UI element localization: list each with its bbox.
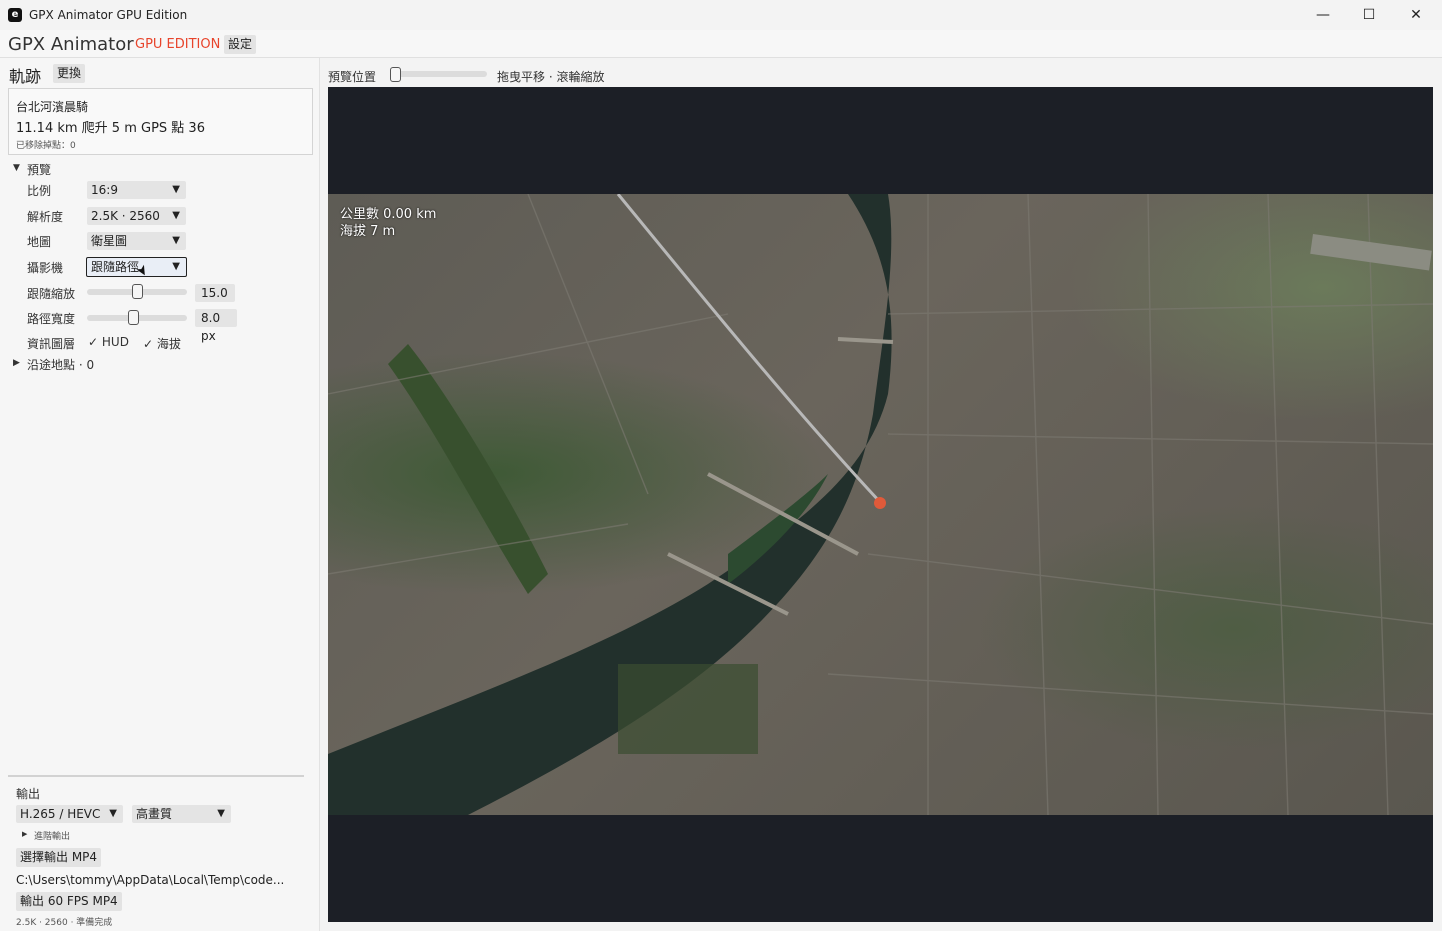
follow-zoom-slider[interactable] <box>87 284 187 299</box>
waypoints-expand-icon[interactable]: ▶ <box>13 358 20 368</box>
follow-zoom-label: 跟隨縮放 <box>27 287 76 301</box>
chevron-down-icon: ▼ <box>172 184 180 195</box>
window-title-bar: e GPX Animator GPU Edition — ☐ ✕ <box>0 0 1442 30</box>
settings-button[interactable]: 設定 <box>224 35 257 54</box>
advanced-output-toggle[interactable]: 進階輸出 <box>34 829 70 842</box>
minimize-button[interactable]: — <box>1300 0 1346 30</box>
park-area <box>618 664 758 754</box>
preview-stage[interactable]: 公里數 0.00 km 海拔 7 m <box>328 87 1433 922</box>
status-text: 2.5K · 2560 · 準備完成 <box>16 918 113 928</box>
hud-distance: 公里數 0.00 km <box>340 207 437 222</box>
removed-points: 已移除掉點：0 <box>16 141 76 151</box>
app-header: GPX Animator GPU EDITION 設定 <box>0 30 1442 58</box>
output-section-title: 輸出 <box>16 787 41 801</box>
preview-section-title[interactable]: 預覽 <box>27 161 51 178</box>
overlays-label: 資訊圖層 <box>27 337 76 351</box>
preview-position-thumb[interactable] <box>390 67 401 82</box>
waypoints-section-title[interactable]: 沿途地點 · 0 <box>27 356 94 373</box>
track-name: 台北河濱晨騎 <box>16 100 89 114</box>
hud-elevation: 海拔 7 m <box>340 224 396 239</box>
codec-value: H.265 / HEVC <box>20 807 101 821</box>
ratio-value: 16:9 <box>91 183 118 197</box>
satellite-map[interactable]: 公里數 0.00 km 海拔 7 m <box>328 194 1433 815</box>
hud-checkbox[interactable]: ✓ HUD <box>88 335 129 349</box>
chevron-down-icon: ▼ <box>172 261 180 272</box>
codec-select[interactable]: H.265 / HEVC ▼ <box>16 805 123 823</box>
path-width-value[interactable]: 8.0 px <box>195 309 237 343</box>
preview-hint: 拖曳平移 · 滾輪縮放 <box>497 70 605 84</box>
track-info-card: 台北河濱晨騎 11.14 km 爬升 5 m GPS 點 36 已移除掉點：0 <box>8 88 313 155</box>
export-button[interactable]: 輸出 60 FPS MP4 <box>16 892 122 911</box>
path-width-slider[interactable] <box>87 310 187 325</box>
resolution-value: 2.5K · 2560 <box>91 209 160 223</box>
chevron-down-icon: ▼ <box>109 808 117 819</box>
preview-position-slider[interactable] <box>390 67 487 82</box>
camera-value: 跟隨路徑 <box>91 260 140 274</box>
app-icon: e <box>8 8 22 22</box>
hud-overlay: 公里數 0.00 km 海拔 7 m <box>340 206 436 240</box>
advanced-expand-icon[interactable]: ▶ <box>22 830 27 838</box>
quality-value: 高畫質 <box>136 807 173 821</box>
path-width-slider-thumb[interactable] <box>128 310 139 325</box>
replace-track-button[interactable]: 更換 <box>53 64 86 83</box>
quality-select[interactable]: 高畫質 ▼ <box>132 805 231 823</box>
map-select[interactable]: 衛星圖 ▼ <box>87 232 186 250</box>
preview-position-label: 預覽位置 <box>328 70 377 84</box>
route-position-marker <box>874 497 886 509</box>
map-value: 衛星圖 <box>91 234 128 248</box>
output-path: C:\Users\tommy\AppData\Local\Temp\code..… <box>16 873 285 887</box>
window-title: GPX Animator GPU Edition <box>29 8 188 22</box>
hud-checkbox-label: HUD <box>101 335 129 349</box>
follow-zoom-value[interactable]: 15.0 <box>195 284 235 302</box>
chevron-down-icon: ▼ <box>172 210 180 221</box>
chevron-down-icon: ▼ <box>172 235 180 246</box>
resolution-select[interactable]: 2.5K · 2560 ▼ <box>87 207 186 225</box>
preview-collapse-icon[interactable]: ▼ <box>13 163 20 173</box>
ratio-select[interactable]: 16:9 ▼ <box>87 181 186 199</box>
path-width-label: 路徑寬度 <box>27 312 76 326</box>
left-panel: 軌跡 更換 台北河濱晨騎 11.14 km 爬升 5 m GPS 點 36 已移… <box>0 58 320 931</box>
chevron-down-icon: ▼ <box>217 808 225 819</box>
close-button[interactable]: ✕ <box>1393 0 1439 30</box>
elevation-checkbox-label: 海拔 <box>156 337 181 351</box>
track-stats: 11.14 km 爬升 5 m GPS 點 36 <box>16 121 205 136</box>
map-label: 地圖 <box>27 235 52 249</box>
check-icon: ✓ <box>88 335 99 349</box>
elevation-checkbox[interactable]: ✓ 海拔 <box>143 335 181 352</box>
follow-zoom-slider-thumb[interactable] <box>132 284 143 299</box>
park-strip <box>388 344 548 594</box>
ratio-label: 比例 <box>27 184 52 198</box>
route-line <box>616 194 882 504</box>
app-brand: GPX Animator <box>8 34 134 55</box>
choose-output-button[interactable]: 選擇輸出 MP4 <box>16 848 102 867</box>
maximize-button[interactable]: ☐ <box>1346 0 1392 30</box>
camera-label: 攝影機 <box>27 261 64 275</box>
resolution-label: 解析度 <box>27 210 64 224</box>
edition-badge: GPU EDITION <box>135 37 221 52</box>
check-icon: ✓ <box>143 337 154 351</box>
section-divider <box>8 775 304 777</box>
airport-runway <box>1310 234 1432 271</box>
track-section-title: 軌跡 <box>9 67 42 86</box>
map-features <box>328 194 1433 815</box>
